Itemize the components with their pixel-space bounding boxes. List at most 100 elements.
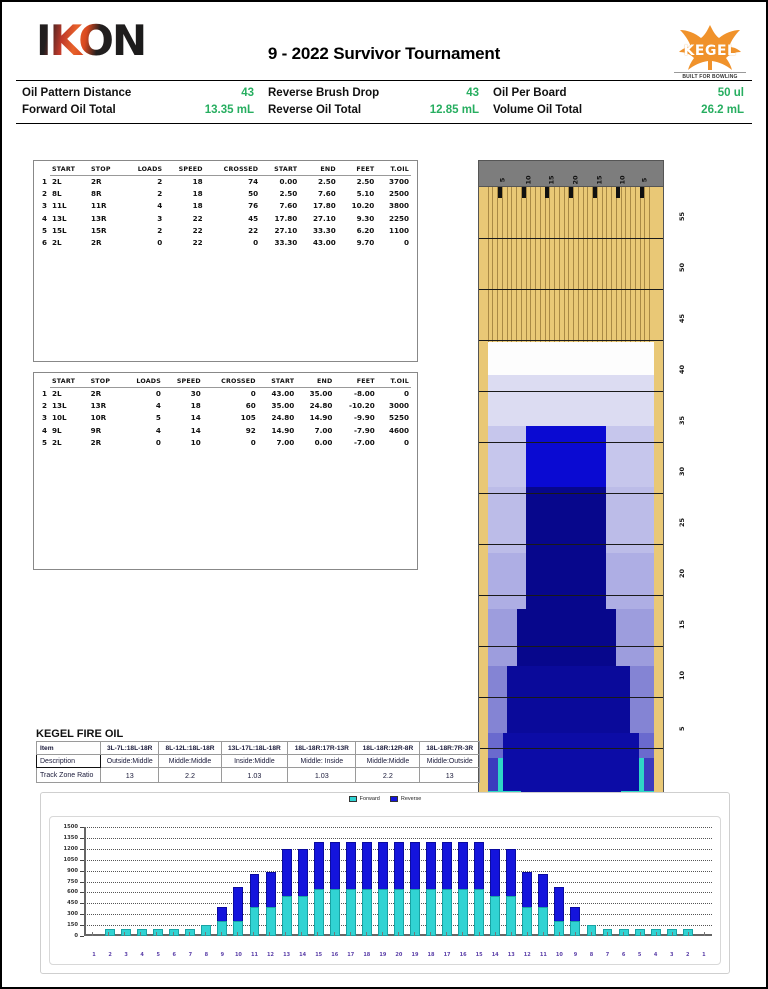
x-axis-tick (221, 932, 222, 936)
chart-bar (600, 827, 616, 936)
table-cell: 13L (50, 400, 89, 412)
table-cell: 2.50 (338, 175, 377, 188)
reverse-load-table-panel: STARTSTOPLOADSSPEEDCROSSEDSTARTENDFEETT.… (33, 372, 418, 570)
x-axis-tick (607, 932, 608, 936)
bar-segment-reverse (250, 874, 260, 907)
table-cell: 7.00 (258, 436, 297, 448)
table-cell: 10R (89, 412, 123, 424)
x-axis-tick (285, 932, 286, 936)
distance-rule (479, 391, 663, 392)
y-axis-tick-label: 1200 (64, 846, 78, 852)
bar-segment-reverse (346, 842, 356, 889)
column-header: STOP (89, 165, 123, 175)
fire-oil-table: Item3L-7L:18L-18R8L-12L:18L-18R13L-17L:1… (36, 741, 480, 783)
chart-bar (295, 827, 311, 936)
table-cell: 18 (164, 200, 204, 212)
table-row: 413L13R3224517.8027.109.302250 (40, 212, 411, 224)
x-axis-tick (462, 932, 463, 936)
bar-segment-forward (394, 889, 404, 936)
table-cell: 0.00 (296, 436, 334, 448)
chart-bar (439, 827, 455, 936)
chart-bar (680, 827, 696, 936)
fire-oil-cell: 1.03 (221, 768, 288, 783)
x-axis-tick-label: 1 (696, 952, 712, 958)
fire-oil-cell: 13 (101, 768, 159, 783)
table-cell: 15R (89, 224, 123, 236)
table-cell: 15L (50, 224, 89, 236)
chart-bar (471, 827, 487, 936)
bar-segment-forward (378, 889, 388, 936)
chart-legend: ForwardReverse (41, 793, 729, 802)
y-axis-tick (80, 936, 84, 937)
column-header: SPEED (164, 165, 204, 175)
chart-bar (407, 827, 423, 936)
table-cell: 2R (89, 175, 123, 188)
fire-oil-row-label: Description (37, 755, 101, 768)
table-cell: 14 (163, 424, 203, 436)
column-header: START (50, 377, 89, 387)
x-axis-tick-label: 10 (551, 952, 567, 958)
chart-bar (166, 827, 182, 936)
chart-bar (696, 827, 712, 936)
summary-row-1: Oil Pattern Distance 43 Reverse Brush Dr… (18, 85, 750, 102)
chart-bar (198, 827, 214, 936)
x-axis-tick-label: 4 (648, 952, 664, 958)
bar-segment-forward (282, 896, 292, 936)
distance-rule (479, 340, 663, 341)
column-header: CROSSED (205, 165, 261, 175)
table-row: 12L2R030043.0035.00-8.000 (40, 387, 411, 400)
x-axis-tick (334, 932, 335, 936)
table-row: 62L2R022033.3043.009.700 (40, 236, 411, 248)
x-axis-tick-label: 9 (214, 952, 230, 958)
table-cell: 2 (123, 224, 164, 236)
chart-bar (86, 827, 102, 936)
bar-segment-reverse (394, 842, 404, 889)
summary-bar: Oil Pattern Distance 43 Reverse Brush Dr… (16, 80, 752, 124)
table-cell: 33.30 (260, 236, 299, 248)
chart-plot-area: 15001350120010509007506004503001500 1234… (84, 827, 712, 936)
column-header: T.OIL (377, 377, 411, 387)
table-cell: 0 (205, 236, 261, 248)
x-axis-tick-label: 6 (616, 952, 632, 958)
fire-oil-cell: Middle:Middle (159, 755, 221, 768)
table-cell: 4 (123, 200, 164, 212)
summary-value: 50 ul (718, 85, 748, 102)
table-cell: 13L (50, 212, 89, 224)
x-axis-tick (640, 932, 641, 936)
bar-segment-forward (105, 929, 115, 936)
column-header: START (258, 377, 297, 387)
fire-oil-cell: 2.2 (159, 768, 221, 783)
bar-segment-forward (442, 889, 452, 936)
table-cell: 17.80 (299, 200, 338, 212)
bar-segment-forward (201, 925, 211, 936)
table-cell: 13R (89, 400, 123, 412)
x-axis-tick (140, 932, 141, 936)
column-header: STOP (89, 377, 123, 387)
fire-oil-cell: Middle:Middle (356, 755, 420, 768)
fire-oil-cell: Inside:Middle (221, 755, 288, 768)
x-axis-tick-label: 10 (230, 952, 246, 958)
table-cell: 35.00 (296, 387, 334, 400)
table-cell: 2R (89, 436, 123, 448)
table-cell: 18 (164, 188, 204, 200)
table-cell: 4 (122, 424, 163, 436)
table-cell: 7.60 (299, 188, 338, 200)
y-axis-tick-label: 1050 (64, 857, 78, 863)
summary-value: 43 (241, 85, 268, 102)
fire-oil-title: KEGEL FIRE OIL (36, 728, 123, 740)
bar-segment-forward (474, 889, 484, 936)
x-axis-tick-label: 3 (118, 952, 134, 958)
x-axis-tick (479, 932, 480, 936)
table-cell: 0 (376, 236, 411, 248)
chart-bars (86, 827, 712, 936)
legend-label: Reverse (401, 796, 421, 802)
x-axis-tick-label: 8 (198, 952, 214, 958)
fire-oil-cell: Outside:Middle (101, 755, 159, 768)
x-axis-tick-label: 15 (471, 952, 487, 958)
table-cell: 2 (123, 188, 164, 200)
legend-swatch (349, 796, 357, 802)
x-axis-tick-label: 18 (359, 952, 375, 958)
chart-y-axis: 15001350120010509007506004503001500 (52, 827, 82, 936)
x-axis-tick-label: 2 (102, 952, 118, 958)
table-header-row: STARTSTOPLOADSSPEEDCROSSEDSTARTENDFEETT.… (40, 377, 411, 387)
